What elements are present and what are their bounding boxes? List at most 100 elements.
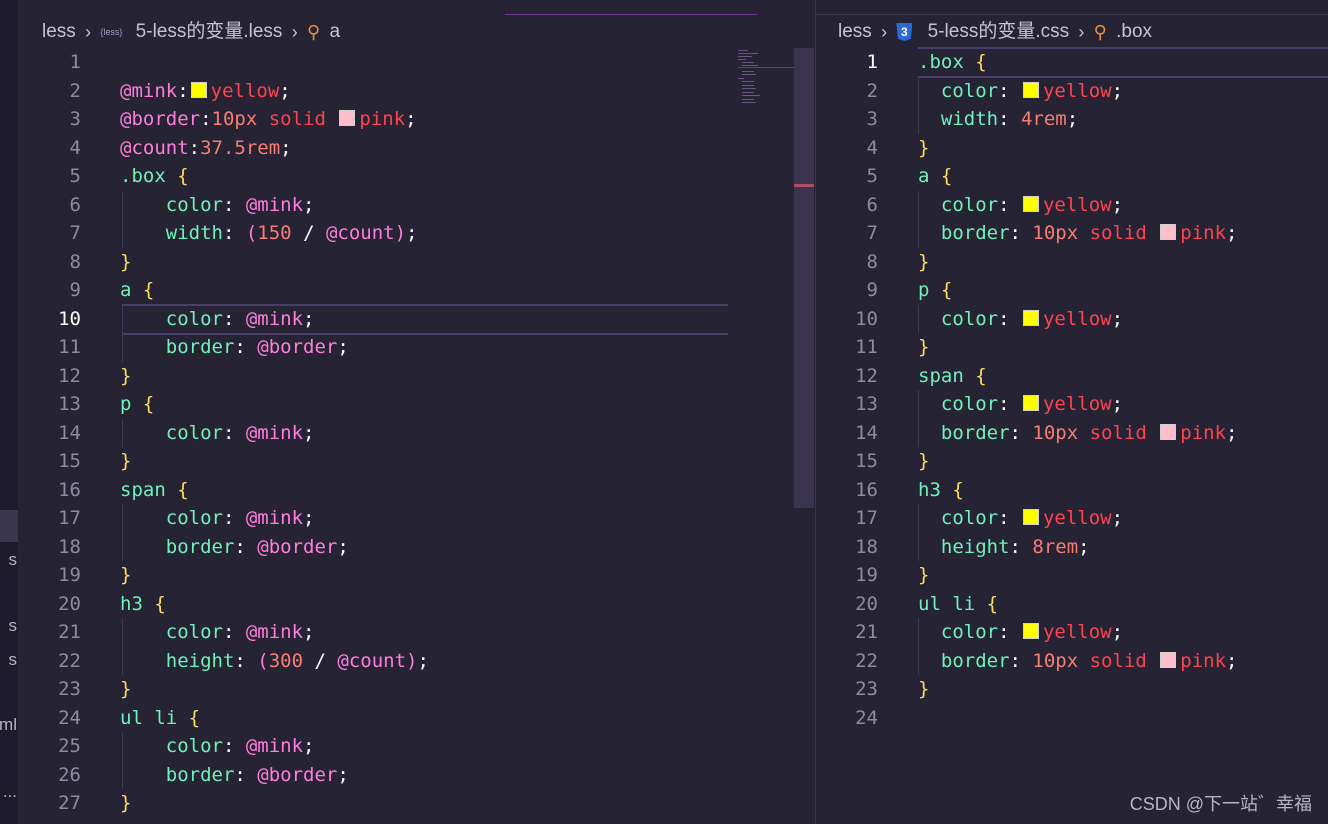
color-swatch[interactable]	[1160, 224, 1177, 240]
code-line[interactable]: 9 a {	[18, 276, 728, 305]
code-line[interactable]: 10 color: yellow;	[816, 305, 1328, 334]
code-token: :	[200, 108, 212, 130]
code-line[interactable]: 14 color: @mink;	[18, 419, 728, 448]
activity-selected-item[interactable]	[0, 510, 18, 542]
code-token: }	[918, 678, 930, 700]
code-line[interactable]: 22 border: 10px solid pink;	[816, 647, 1328, 676]
code-line[interactable]: 5 .box {	[18, 162, 728, 191]
color-swatch[interactable]	[339, 110, 356, 126]
code-line[interactable]: 12}	[18, 362, 728, 391]
code-line[interactable]: 6 color: @mink;	[18, 191, 728, 220]
chevron-right-icon: ›	[1078, 22, 1085, 42]
code-area[interactable]: 1 .box {2 color: yellow; 3 width: 4rem; 4} 5…	[816, 47, 1328, 733]
color-swatch[interactable]	[1022, 195, 1039, 212]
breadcrumb-symbol[interactable]: .box	[1116, 18, 1152, 46]
code-line[interactable]: 11}	[816, 333, 1328, 362]
code-token: color	[918, 193, 999, 216]
vertical-scrollbar[interactable]	[794, 48, 814, 508]
code-line[interactable]: 4}	[816, 134, 1328, 163]
code-line[interactable]: 9 p {	[816, 276, 1328, 305]
breadcrumb-symbol[interactable]: a	[329, 18, 340, 46]
code-line[interactable]: 20 ul li {	[816, 590, 1328, 619]
code-line[interactable]: 21 color: yellow;	[816, 618, 1328, 647]
code-token: }	[918, 250, 930, 273]
line-number: 11	[855, 336, 878, 358]
code-line[interactable]: 24 ul li {	[18, 704, 728, 733]
code-line[interactable]: 16 span {	[18, 476, 728, 505]
code-area[interactable]: 1 2 @mink: yellow; 3 @border:10px solid pink;…	[18, 48, 728, 818]
color-swatch[interactable]	[1022, 309, 1039, 326]
code-line[interactable]: 15}	[18, 447, 728, 476]
code-line[interactable]: 6 color: yellow;	[816, 191, 1328, 220]
code-line[interactable]: 27}	[18, 789, 728, 818]
line-number: 16	[58, 478, 81, 501]
code-token: ;	[303, 735, 315, 757]
code-line[interactable]: 3 @border:10px solid pink;	[18, 105, 728, 134]
line-number: 4	[69, 136, 81, 159]
line-number: 20	[855, 592, 878, 615]
code-token: 4rem	[1020, 108, 1067, 130]
code-line[interactable]: 5 a {	[816, 162, 1328, 191]
code-line[interactable]: 17 color: @mink;	[18, 504, 728, 533]
code-line[interactable]: 17 color: yellow;	[816, 504, 1328, 533]
code-line[interactable]: 11 border: @border;	[18, 333, 728, 362]
breadcrumb-file[interactable]: 5-less的变量.less	[136, 18, 283, 46]
code-line[interactable]: 7 width: (150 / @count);	[18, 219, 728, 248]
code-line[interactable]: 12 span {	[816, 362, 1328, 391]
code-line[interactable]: 19}	[18, 561, 728, 590]
code-text: @mink: yellow;	[120, 77, 291, 106]
code-line[interactable]: 23}	[18, 675, 728, 704]
breadcrumb-folder[interactable]: less	[838, 18, 872, 46]
breadcrumb-file[interactable]: 5-less的变量.css	[928, 18, 1069, 46]
code-line[interactable]: 8}	[18, 248, 728, 277]
code-line[interactable]: 7 border: 10px solid pink;	[816, 219, 1328, 248]
color-swatch[interactable]	[1022, 395, 1039, 411]
color-swatch[interactable]	[1022, 509, 1039, 525]
code-line[interactable]: 2 color: yellow;	[816, 77, 1328, 106]
code-token: ;	[1226, 421, 1238, 444]
line-number: 21	[58, 621, 81, 643]
code-line[interactable]: 26 border: @border;	[18, 761, 728, 790]
color-swatch[interactable]	[1022, 81, 1039, 98]
code-token: {	[177, 478, 189, 501]
color-swatch[interactable]	[1022, 623, 1039, 639]
code-line[interactable]: 14 border: 10px solid pink;	[816, 419, 1328, 448]
code-line[interactable]: 23}	[816, 675, 1328, 704]
code-line[interactable]: 24	[816, 704, 1328, 733]
code-token: border	[918, 649, 1010, 672]
code-token: width	[918, 108, 999, 130]
code-token: h3	[918, 478, 953, 501]
color-swatch[interactable]	[1160, 423, 1177, 440]
code-token: solid	[257, 108, 338, 130]
code-line[interactable]: 19}	[816, 561, 1328, 590]
activity-bar: s s s ml ...	[0, 0, 18, 824]
code-line[interactable]: 13 p {	[18, 390, 728, 419]
color-swatch[interactable]	[1160, 651, 1177, 668]
code-token: @mink	[120, 79, 178, 102]
code-token: 10px	[1032, 421, 1079, 444]
code-line[interactable]: 15}	[816, 447, 1328, 476]
code-line[interactable]: 13 color: yellow;	[816, 390, 1328, 419]
code-line[interactable]: 18 height: 8rem;	[816, 533, 1328, 562]
code-text: }	[918, 447, 929, 476]
code-line[interactable]: 3 width: 4rem;	[816, 105, 1328, 134]
code-line[interactable]: 21 color: @mink;	[18, 618, 728, 647]
code-token: }	[918, 564, 930, 586]
code-line[interactable]: 22 height: (300 / @count);	[18, 647, 728, 676]
code-token: {	[940, 279, 953, 301]
code-line[interactable]: 8}	[816, 248, 1328, 277]
code-line[interactable]: 25 color: @mink;	[18, 732, 728, 761]
code-line[interactable]: 16 h3 {	[816, 476, 1328, 505]
left-editor[interactable]: less › {less} 5-less的变量.less › ⚲ a 1 2 @mi…	[18, 0, 815, 824]
right-editor[interactable]: less › 3 5-less的变量.css › ⚲ .box 1 .box {2…	[816, 0, 1328, 824]
breadcrumb: less › {less} 5-less的变量.less › ⚲ a	[42, 18, 340, 46]
color-swatch[interactable]	[190, 81, 207, 98]
minimap[interactable]	[736, 48, 794, 108]
code-token: @mink	[245, 193, 304, 216]
code-line[interactable]: 18 border: @border;	[18, 533, 728, 562]
code-line[interactable]: 4 @count:37.5rem;	[18, 134, 728, 163]
code-line[interactable]: 1	[18, 48, 728, 77]
code-line[interactable]: 2 @mink: yellow;	[18, 77, 728, 106]
breadcrumb-folder[interactable]: less	[42, 18, 76, 46]
code-line[interactable]: 20 h3 {	[18, 590, 728, 619]
